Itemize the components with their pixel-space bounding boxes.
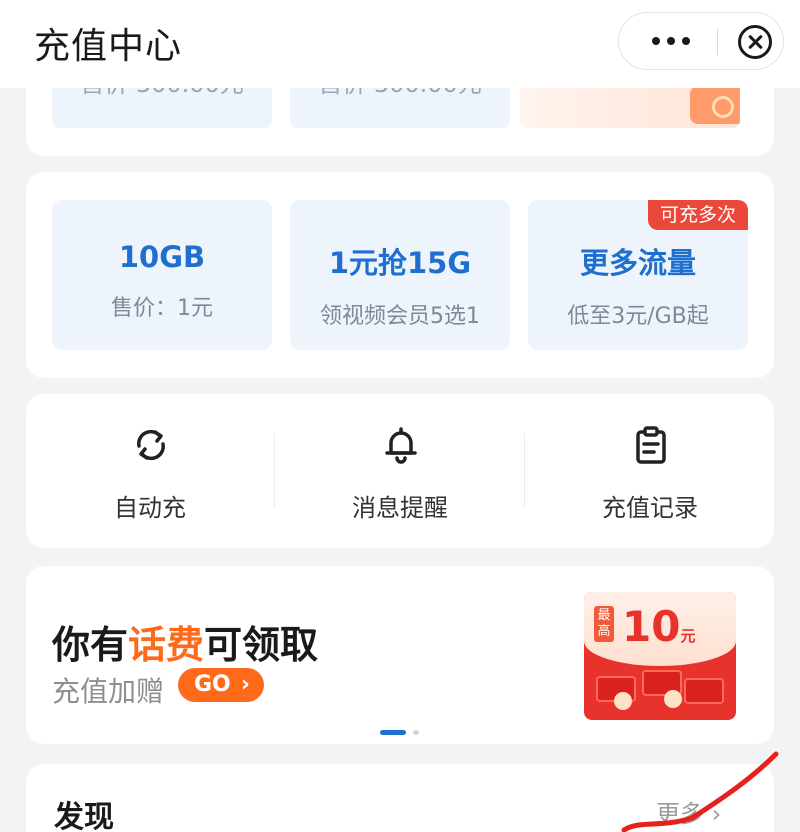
shortcut-label: 充值记录	[602, 494, 698, 522]
more-dots-icon[interactable]	[641, 19, 701, 63]
carousel-indicator	[380, 730, 420, 736]
plan-tile-15g[interactable]: 1元抢15G 领视频会员5选1	[290, 200, 510, 350]
refresh-icon	[137, 429, 165, 461]
coin-icon	[664, 690, 682, 708]
page-title: 充值中心	[34, 26, 183, 67]
promo-banner[interactable]: 你有话费可领取 充值加赠 GO › 最高 10元	[26, 566, 774, 744]
carousel-dot	[413, 730, 419, 735]
discover-more-label: 更多	[656, 800, 704, 828]
chevron-right-icon: ›	[240, 672, 250, 697]
divider	[274, 434, 275, 508]
banner-title-post: 可领取	[204, 623, 319, 667]
shortcuts-card: 自动充 消息提醒 充值记录	[26, 394, 774, 548]
plan-tile-10gb[interactable]: 10GB 售价：1元	[52, 200, 272, 350]
red-envelope-image: 最高 10元	[584, 592, 736, 720]
banner-title-pre: 你有	[52, 623, 129, 667]
capsule-divider	[717, 29, 718, 55]
redpack-amount: 10元	[622, 602, 695, 651]
discover-section: 发现 更多 ›	[26, 764, 774, 832]
plan-subtitle: 售价：1元	[111, 296, 213, 321]
plan-badge: 可充多次	[647, 200, 748, 230]
shortcut-recharge-history[interactable]: 充值记录	[526, 394, 774, 548]
discover-more-link[interactable]: 更多 ›	[656, 794, 721, 829]
shortcut-label: 自动充	[114, 494, 186, 522]
envelope-icon	[684, 678, 724, 704]
banner-subtitle: 充值加赠	[52, 675, 165, 708]
plan-tile-more-data[interactable]: 可充多次 更多流量 低至3元/GB起	[528, 200, 748, 350]
navigation-bar: 充值中心	[0, 0, 800, 88]
redpack-amount-value: 10	[622, 602, 681, 651]
gift-icon	[690, 86, 740, 124]
plan-name: 10GB	[118, 240, 206, 274]
close-circle-icon[interactable]	[738, 25, 772, 59]
plan-name: 更多流量	[579, 246, 696, 280]
go-button[interactable]: GO ›	[178, 668, 264, 702]
shortcut-label: 消息提醒	[352, 494, 448, 522]
go-button-label: GO	[194, 672, 231, 697]
carousel-dot-active	[380, 730, 406, 735]
shortcut-auto-recharge[interactable]: 自动充	[26, 394, 274, 548]
mini-program-capsule	[618, 12, 784, 70]
data-plans-card: 10GB 售价：1元 1元抢15G 领视频会员5选1 可充多次 更多流量 低至3…	[26, 172, 774, 378]
plan-subtitle: 领视频会员5选1	[320, 304, 480, 329]
discover-title: 发现	[54, 800, 114, 832]
shortcut-message-reminder[interactable]: 消息提醒	[276, 394, 524, 548]
banner-title: 你有话费可领取	[52, 614, 318, 669]
redpack-unit: 元	[680, 627, 696, 645]
clipboard-icon	[636, 426, 666, 464]
redpack-max-label: 最高	[594, 606, 614, 642]
coin-icon	[614, 692, 632, 710]
bell-icon	[385, 427, 417, 464]
divider	[524, 434, 525, 508]
plan-name: 1元抢15G	[328, 246, 472, 280]
banner-title-highlight: 话费	[128, 623, 205, 667]
plan-subtitle: 低至3元/GB起	[567, 304, 709, 329]
